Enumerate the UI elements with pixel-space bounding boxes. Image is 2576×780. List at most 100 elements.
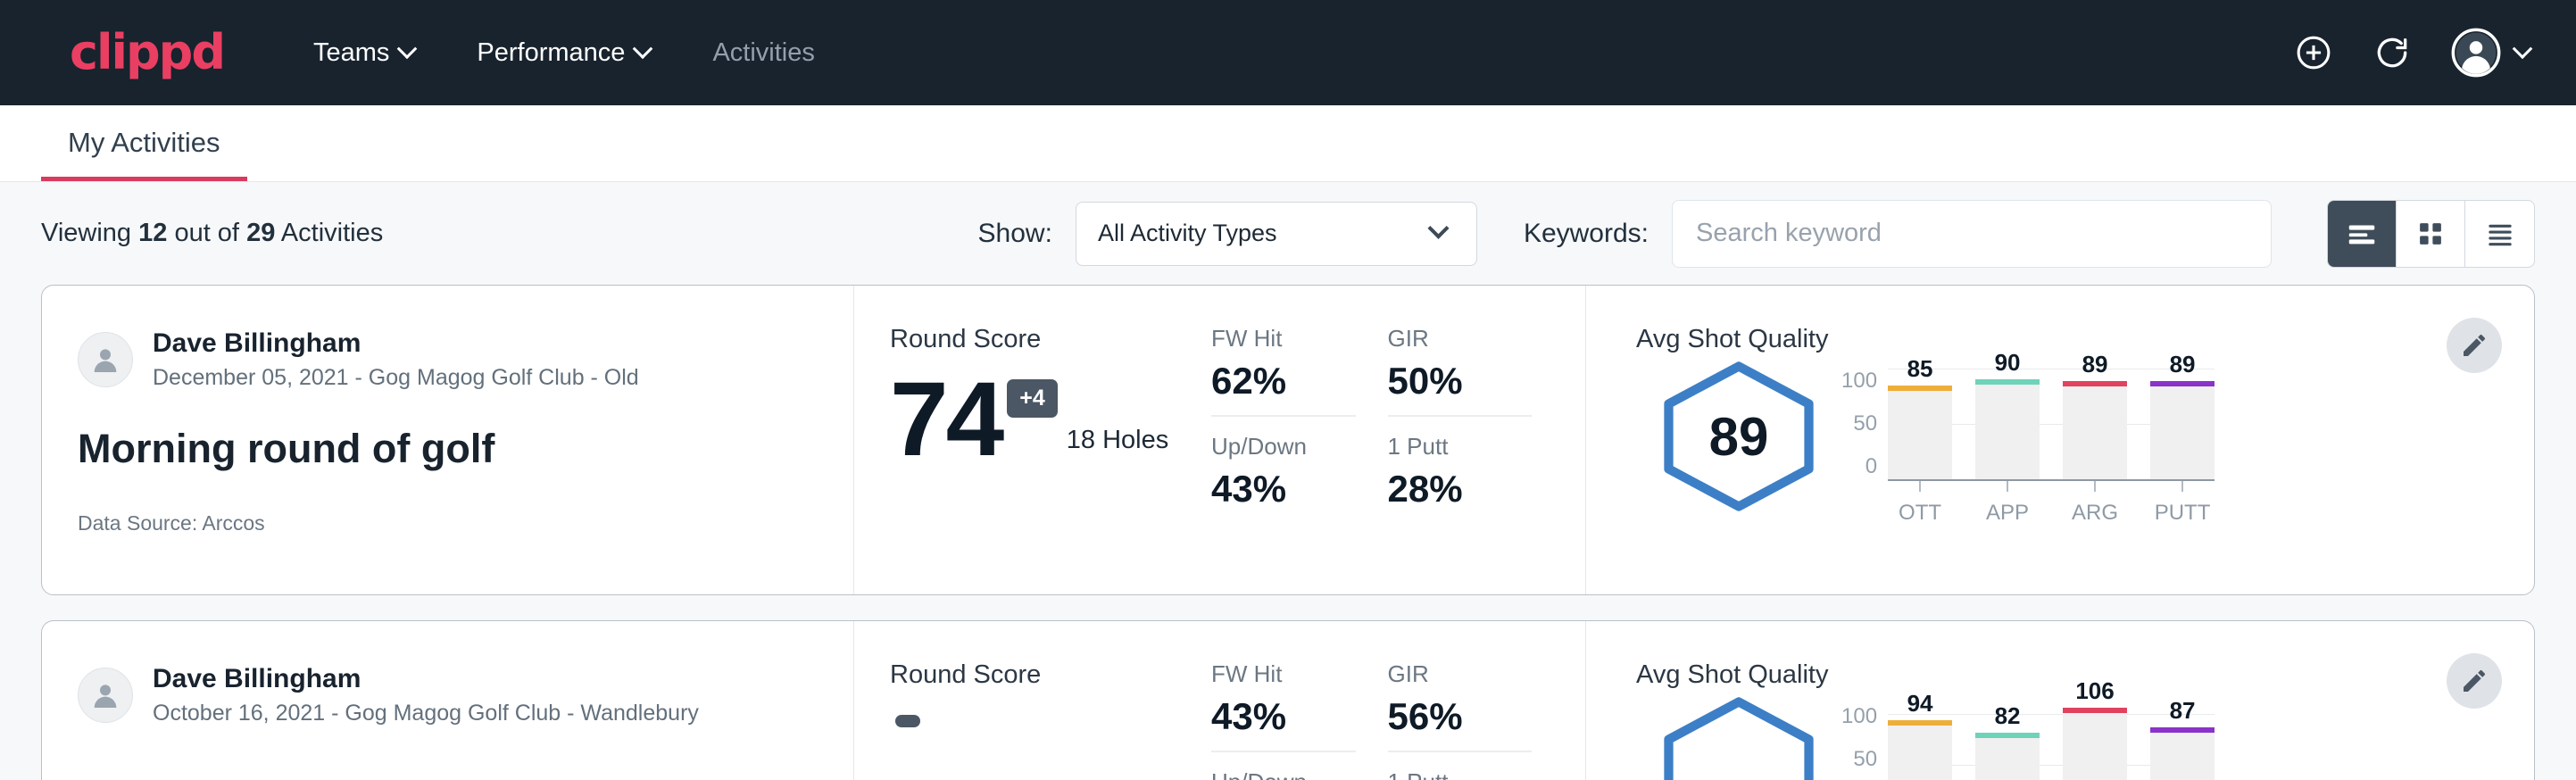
show-label: Show: — [978, 219, 1052, 249]
round-stats-column: FW Hit 43% GIR 56% Up/Down 1 Putt — [1211, 621, 1586, 780]
account-menu[interactable] — [2451, 28, 2530, 78]
activity-person-name: Dave Billingham — [153, 327, 639, 361]
bar-cap-app — [1975, 379, 2040, 385]
list-view-button[interactable] — [2328, 201, 2397, 267]
activity-person-row: Dave Billingham October 16, 2021 - Gog M… — [78, 662, 809, 727]
edit-activity-button[interactable] — [2447, 653, 2502, 709]
bar-column-app: 90 — [1975, 369, 2040, 479]
bar-value-ott: 94 — [1888, 690, 1952, 718]
tab-my-activities[interactable]: My Activities — [41, 127, 247, 181]
x-tick-label-arg: ARG — [2072, 501, 2118, 526]
nav-item-teams-label: Teams — [313, 38, 389, 68]
plus-circle-icon[interactable] — [2294, 33, 2333, 72]
x-tick-label-ott: OTT — [1899, 501, 1941, 526]
keywords-label: Keywords: — [1524, 219, 1649, 249]
bar-cap-arg — [2063, 381, 2127, 386]
x-tick-ott: OTT — [1888, 481, 1952, 526]
activity-data-source: Data Source: Arccos — [78, 511, 809, 535]
bar-value-putt: 89 — [2150, 351, 2215, 378]
chart-y-axis: 100 50 0 — [1841, 369, 1888, 479]
activity-card[interactable]: Dave Billingham October 16, 2021 - Gog M… — [41, 620, 2535, 780]
bar-cap-putt — [2150, 381, 2215, 386]
avg-shot-quality-column: Avg Shot Quality 89 100 50 0 — [1586, 286, 2534, 594]
chevron-down-icon — [397, 38, 418, 59]
x-tick-putt: PUTT — [2150, 481, 2215, 526]
person-icon — [87, 677, 123, 713]
activity-meta: December 05, 2021 - Gog Magog Golf Club … — [153, 363, 639, 393]
stat-fw-hit-label: FW Hit — [1211, 660, 1356, 688]
avg-shot-quality-column: Avg Shot Quality 100 50 0 — [1586, 621, 2534, 780]
round-score-row: 74 +4 18 Holes — [890, 360, 1211, 469]
nav-item-activities[interactable]: Activities — [707, 29, 819, 77]
stat-gir: GIR 50% — [1388, 325, 1533, 417]
nav-item-performance[interactable]: Performance — [471, 29, 655, 77]
bar-column-arg: 106 — [2063, 704, 2127, 780]
stat-gir-label: GIR — [1388, 325, 1533, 353]
activity-card[interactable]: Dave Billingham December 05, 2021 - Gog … — [41, 285, 2535, 595]
edit-activity-button[interactable] — [2447, 318, 2502, 373]
y-tick-50: 50 — [1841, 747, 1877, 772]
activity-info-column: Dave Billingham October 16, 2021 - Gog M… — [42, 621, 854, 780]
x-tick-label-putt: PUTT — [2155, 501, 2211, 526]
stat-up-down-label: Up/Down — [1211, 768, 1356, 780]
bar-cap-app — [1975, 733, 2040, 738]
top-navigation-bar: clippd Teams Performance Activities — [0, 0, 2576, 105]
stat-up-down-value: 43% — [1211, 468, 1356, 510]
quality-hexagon-value: 89 — [1709, 406, 1769, 468]
viewing-count: 12 — [138, 219, 167, 247]
nav-item-teams[interactable]: Teams — [308, 29, 420, 77]
filter-toolbar: Viewing 12 out of 29 Activities Show: Al… — [0, 182, 2576, 285]
y-tick-0: 0 — [1841, 454, 1877, 479]
round-score-row — [890, 695, 1211, 779]
stat-one-putt-label: 1 Putt — [1388, 768, 1533, 780]
activity-type-select[interactable]: All Activity Types — [1076, 202, 1477, 266]
grid-view-button[interactable] — [2397, 201, 2465, 267]
x-tick-arg: ARG — [2063, 481, 2127, 526]
activity-card-list: Dave Billingham December 05, 2021 - Gog … — [0, 285, 2576, 780]
bar-column-putt: 87 — [2150, 704, 2215, 780]
bar-value-app: 82 — [1975, 702, 2040, 730]
bar-column-arg: 89 — [2063, 369, 2127, 479]
x-tick-label-app: APP — [1986, 501, 2029, 526]
nav-item-activities-label: Activities — [712, 38, 814, 68]
round-score-label: Round Score — [890, 660, 1211, 690]
activity-person-name: Dave Billingham — [153, 662, 699, 696]
tab-my-activities-label: My Activities — [68, 127, 220, 158]
round-holes: 18 Holes — [1067, 426, 1168, 455]
bar-cap-putt — [2150, 727, 2215, 733]
stat-fw-hit-label: FW Hit — [1211, 325, 1356, 353]
bar-column-ott: 94 — [1888, 704, 1952, 780]
stat-fw-hit: FW Hit 43% — [1211, 660, 1356, 752]
chart-plot-area: 94 82 — [1888, 704, 2215, 780]
round-score-badge: +4 — [1007, 379, 1058, 418]
avatar — [78, 668, 133, 723]
viewing-total: 29 — [246, 219, 275, 247]
filter-controls: Show: All Activity Types Keywords: — [978, 200, 2535, 268]
stat-up-down-label: Up/Down — [1211, 433, 1356, 461]
y-tick-50: 50 — [1841, 411, 1877, 436]
y-tick-100: 100 — [1841, 369, 1877, 394]
compact-view-button[interactable] — [2465, 201, 2534, 267]
quality-hexagon: 89 — [1636, 356, 1841, 513]
viewing-count-text: Viewing 12 out of 29 Activities — [41, 219, 383, 248]
round-score-label: Round Score — [890, 325, 1211, 354]
round-stats-column: FW Hit 62% GIR 50% Up/Down 43% 1 Putt 28… — [1211, 286, 1586, 594]
chevron-down-icon — [633, 38, 653, 59]
hexagon-icon — [1654, 695, 1824, 780]
search-keyword-input[interactable] — [1672, 200, 2272, 268]
refresh-icon[interactable] — [2372, 33, 2412, 72]
chevron-down-icon — [1427, 218, 1449, 239]
activity-info-column: Dave Billingham December 05, 2021 - Gog … — [42, 286, 854, 594]
nav-item-performance-label: Performance — [477, 38, 625, 68]
stat-gir-value: 50% — [1388, 360, 1533, 402]
activity-type-select-value: All Activity Types — [1098, 220, 1431, 247]
bar-cap-ott — [1888, 386, 1952, 391]
stat-fw-hit-value: 43% — [1211, 695, 1356, 738]
clippd-logo[interactable]: clippd — [70, 29, 224, 77]
bar-value-app: 90 — [1975, 349, 2040, 377]
chart-x-tick-labels: OTT APP ARG — [1888, 481, 2215, 526]
stat-gir: GIR 56% — [1388, 660, 1533, 752]
stat-one-putt-value: 28% — [1388, 468, 1533, 510]
bar-column-app: 82 — [1975, 704, 2040, 780]
stat-one-putt-label: 1 Putt — [1388, 433, 1533, 461]
